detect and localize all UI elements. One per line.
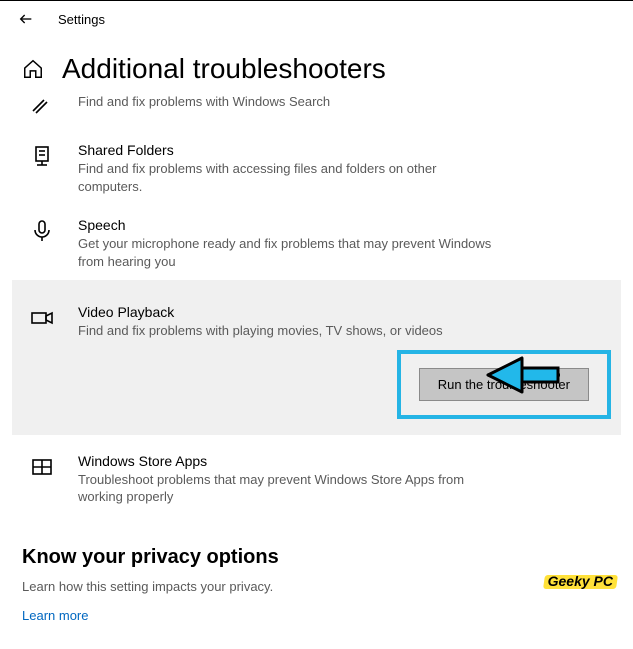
watermark: Geeky PC xyxy=(546,572,615,590)
troubleshooter-list: Find and fix problems with Windows Searc… xyxy=(22,87,611,516)
item-title: Windows Store Apps xyxy=(78,453,501,469)
troubleshooter-item-speech[interactable]: Speech Get your microphone ready and fix… xyxy=(22,205,611,280)
shared-folders-icon xyxy=(30,144,54,195)
home-icon[interactable] xyxy=(22,58,44,80)
troubleshooter-item-search[interactable]: Find and fix problems with Windows Searc… xyxy=(22,87,611,130)
privacy-desc: Learn how this setting impacts your priv… xyxy=(22,579,611,594)
item-title: Video Playback xyxy=(78,304,601,320)
back-icon[interactable] xyxy=(18,11,34,27)
item-desc: Troubleshoot problems that may prevent W… xyxy=(78,471,501,506)
item-desc: Find and fix problems with playing movie… xyxy=(78,322,601,340)
window-title: Settings xyxy=(58,12,105,27)
microphone-icon xyxy=(30,219,54,270)
item-desc: Get your microphone ready and fix proble… xyxy=(78,235,501,270)
privacy-title: Know your privacy options xyxy=(22,546,611,569)
item-title: Shared Folders xyxy=(78,142,501,158)
learn-more-link[interactable]: Learn more xyxy=(22,608,88,623)
store-apps-icon xyxy=(30,455,54,506)
item-desc: Find and fix problems with accessing fil… xyxy=(78,160,501,195)
item-title: Speech xyxy=(78,217,501,233)
video-camera-icon xyxy=(30,306,54,340)
privacy-section: Know your privacy options Learn how this… xyxy=(22,546,611,625)
troubleshooter-item-store-apps[interactable]: Windows Store Apps Troubleshoot problems… xyxy=(22,441,611,516)
annotation-arrow-icon xyxy=(482,348,562,402)
troubleshooter-item-shared-folders[interactable]: Shared Folders Find and fix problems wit… xyxy=(22,130,611,205)
item-desc: Find and fix problems with Windows Searc… xyxy=(78,93,501,111)
page-title: Additional troubleshooters xyxy=(62,53,386,85)
troubleshooter-item-video-playback[interactable]: Video Playback Find and fix problems wit… xyxy=(12,292,621,350)
search-edit-icon xyxy=(30,91,54,120)
